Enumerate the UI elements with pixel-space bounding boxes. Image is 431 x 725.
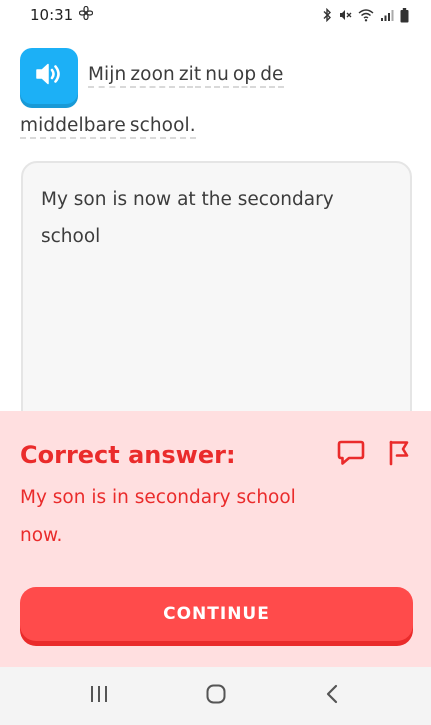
battery-icon [400, 7, 409, 23]
status-left: 10:31 [30, 5, 94, 24]
continue-button[interactable]: CONTINUE [20, 587, 413, 641]
prompt-word[interactable]: school. [129, 115, 196, 139]
status-bar: 10:31 [0, 0, 431, 30]
recent-apps-icon[interactable] [88, 684, 110, 708]
status-time: 10:31 [30, 6, 74, 24]
system-nav-bar [0, 667, 431, 725]
speaker-button[interactable] [20, 48, 78, 104]
mute-icon [338, 8, 352, 22]
prompt-word[interactable]: nu [205, 64, 229, 88]
speaker-icon [34, 61, 64, 91]
prompt-word[interactable]: zoon [130, 64, 175, 88]
prompt-line-1: Mijn zoon zit nu op de [88, 64, 288, 88]
prompt-word[interactable]: op [232, 64, 257, 88]
prompt-word[interactable]: Mijn [88, 64, 127, 88]
status-right [322, 7, 409, 23]
back-icon[interactable] [322, 683, 344, 709]
signal-icon [380, 8, 394, 22]
prompt-word[interactable]: de [260, 64, 284, 88]
bluetooth-icon [322, 8, 332, 22]
prompt-word[interactable]: zit [178, 64, 202, 88]
home-icon[interactable] [205, 683, 227, 709]
correct-answer-title: Correct answer: [20, 441, 236, 469]
discuss-icon[interactable] [336, 439, 366, 471]
prompt-line-2: middelbare school. [20, 115, 200, 139]
feedback-panel: Correct answer: My son is in secondary s… [0, 411, 431, 667]
prompt-word[interactable]: middelbare [20, 115, 126, 139]
answer-text: My son is now at the secondary school [41, 189, 334, 247]
correct-answer-text: My son is in secondary school now. [20, 487, 296, 546]
fan-icon [78, 5, 94, 24]
wifi-icon [358, 8, 374, 22]
flag-icon[interactable] [386, 439, 412, 471]
